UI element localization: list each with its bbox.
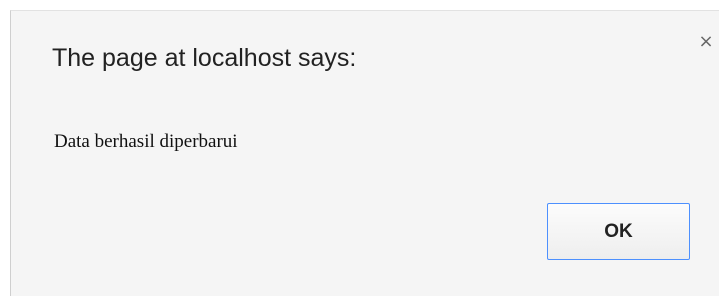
alert-dialog: The page at localhost says: × Data berha…	[10, 10, 719, 296]
close-icon[interactable]: ×	[695, 31, 717, 53]
dialog-message: Data berhasil diperbarui	[54, 131, 238, 152]
ok-button[interactable]: OK	[547, 203, 690, 260]
dialog-title: The page at localhost says:	[52, 44, 357, 72]
